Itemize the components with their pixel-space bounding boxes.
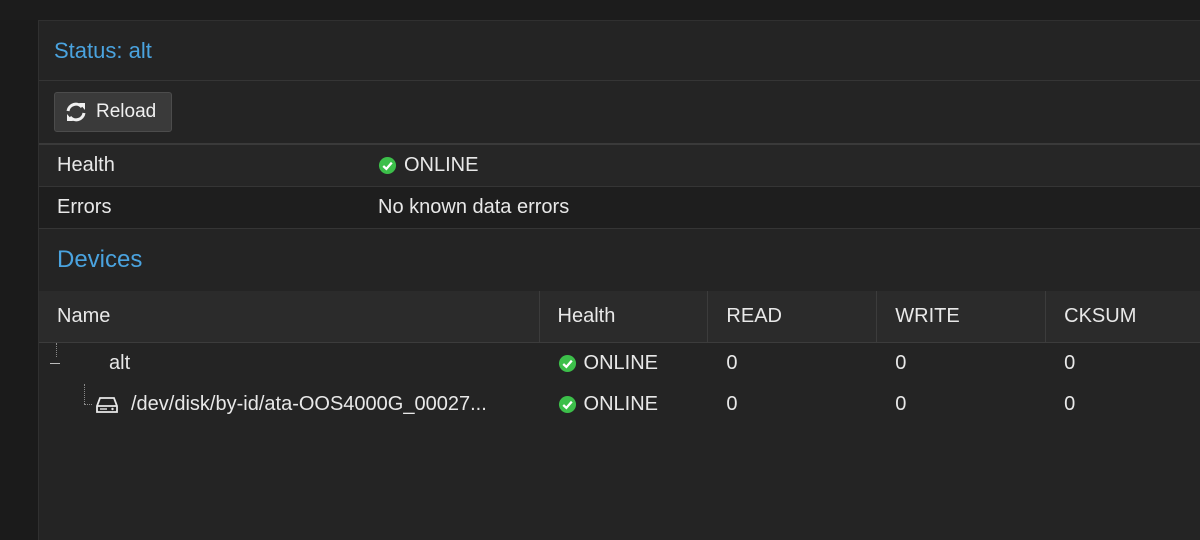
window-title: Status: alt xyxy=(54,37,152,63)
health-status-text: ONLINE xyxy=(404,154,479,176)
title-bar: Status: alt xyxy=(39,21,1200,81)
table-row[interactable]: /dev/disk/by-id/ata-OOS4000G_00027... ON… xyxy=(39,384,1200,425)
device-name: alt xyxy=(109,352,131,374)
toolbar: Reload xyxy=(39,81,1200,145)
devices-grid-header: Name Health READ WRITE CKSUM xyxy=(39,291,1200,343)
column-header-read[interactable]: READ xyxy=(708,291,878,342)
column-header-name[interactable]: Name xyxy=(39,291,540,342)
device-name: /dev/disk/by-id/ata-OOS4000G_00027... xyxy=(131,393,487,415)
column-header-health[interactable]: Health xyxy=(540,291,709,342)
health-label: Health xyxy=(57,154,115,176)
device-read-cell: 0 xyxy=(726,352,738,374)
window-top-shadow xyxy=(0,0,1200,20)
device-write-cell: 0 xyxy=(895,352,907,374)
devices-heading: Devices xyxy=(39,229,1200,291)
device-health-text: ONLINE xyxy=(583,352,659,374)
device-read-cell: 0 xyxy=(726,393,738,415)
table-row[interactable]: alt ONLINE 0 0 0 xyxy=(39,343,1200,384)
device-health-cell: ONLINE xyxy=(540,343,709,384)
zfs-status-window: Status: alt Reload Health ONLINE Errors … xyxy=(38,20,1200,540)
pool-icon xyxy=(77,355,99,373)
status-health-row: Health ONLINE xyxy=(39,145,1200,187)
tree-connector xyxy=(84,384,85,404)
collapse-toggle[interactable] xyxy=(50,363,60,364)
column-header-cksum[interactable]: CKSUM xyxy=(1046,291,1200,342)
health-value: ONLINE xyxy=(378,154,478,177)
device-cksum-cell: 0 xyxy=(1064,393,1076,415)
refresh-icon xyxy=(66,102,86,122)
hard-drive-icon xyxy=(96,396,118,413)
device-health-cell: ONLINE xyxy=(540,384,709,425)
errors-label: Errors xyxy=(57,196,112,218)
tree-connector xyxy=(84,404,92,405)
device-cksum-cell: 0 xyxy=(1064,352,1076,374)
device-health-text: ONLINE xyxy=(583,393,659,415)
status-errors-row: Errors No known data errors xyxy=(39,187,1200,229)
check-circle-icon xyxy=(558,395,576,414)
device-write-cell: 0 xyxy=(895,393,907,415)
tree-connector xyxy=(56,343,57,357)
check-circle-icon xyxy=(378,156,397,175)
errors-value: No known data errors xyxy=(378,196,570,218)
column-header-write[interactable]: WRITE xyxy=(877,291,1047,342)
left-gutter xyxy=(0,20,38,540)
check-circle-icon xyxy=(558,354,576,373)
device-name-cell: /dev/disk/by-id/ata-OOS4000G_00027... xyxy=(39,384,540,425)
reload-label: Reload xyxy=(96,101,157,122)
reload-button[interactable]: Reload xyxy=(54,92,173,132)
device-name-cell: alt xyxy=(39,343,540,384)
